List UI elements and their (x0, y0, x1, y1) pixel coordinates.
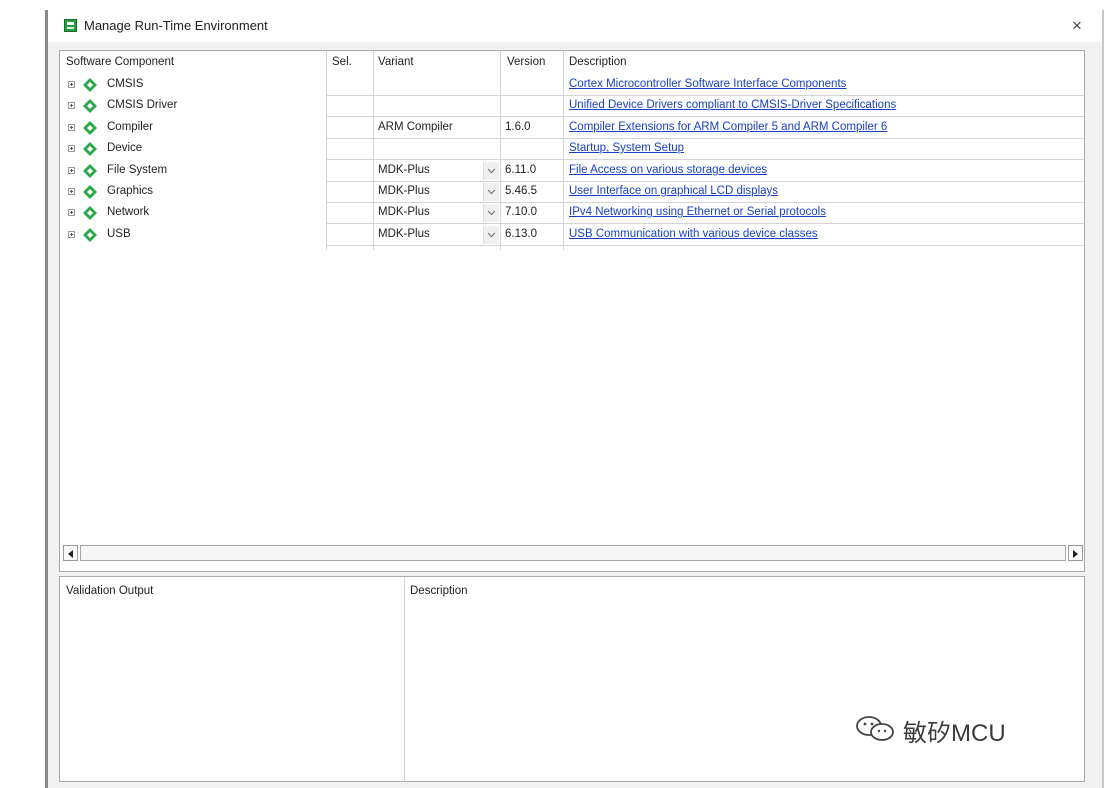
component-name: Compiler (107, 120, 154, 133)
background-frame-right (1102, 10, 1104, 788)
component-version: 5.46.5 (505, 185, 537, 197)
variant-dropdown-button[interactable] (483, 204, 499, 223)
variant-dropdown-button[interactable] (483, 161, 499, 180)
header-variant[interactable]: Variant (378, 56, 414, 68)
component-version: 7.10.0 (505, 206, 537, 219)
title-bar: Manage Run-Time Environment × (48, 10, 1102, 42)
manage-rte-dialog: Manage Run-Time Environment × Software C… (48, 10, 1102, 788)
component-name: CMSIS (107, 78, 144, 90)
header-sel[interactable]: Sel. (332, 56, 352, 68)
window-title: Manage Run-Time Environment (84, 18, 268, 33)
header-software-component[interactable]: Software Component (66, 56, 174, 68)
scroll-right-button[interactable] (1068, 545, 1083, 561)
expand-plus-icon[interactable] (68, 123, 75, 131)
scroll-left-button[interactable] (63, 545, 78, 561)
component-description-link[interactable]: Compiler Extensions for ARM Compiler 5 a… (569, 121, 887, 133)
expand-plus-icon[interactable] (68, 81, 75, 88)
green-diamond-icon (83, 99, 97, 114)
component-variant[interactable]: MDK-Plus (378, 206, 430, 218)
component-name: USB (107, 227, 131, 240)
component-description-link[interactable]: USB Communication with various device cl… (569, 228, 818, 240)
column-divider (404, 577, 405, 781)
component-description-link[interactable]: Cortex Microcontroller Software Interfac… (569, 78, 846, 90)
row-divider (326, 244, 1084, 246)
wechat-icon (856, 716, 894, 741)
watermark: 敏矽MCU (855, 713, 1027, 747)
component-variant[interactable]: MDK-Plus (378, 185, 430, 197)
expand-plus-icon[interactable] (68, 209, 75, 217)
validation-panel: Validation Output Description (59, 576, 1085, 782)
component-variant[interactable]: MDK-Plus (378, 228, 430, 240)
scrollbar-track[interactable] (80, 545, 1066, 561)
header-description[interactable]: Description (569, 56, 627, 68)
variant-dropdown-button[interactable] (483, 183, 499, 201)
component-description-link[interactable]: User Interface on graphical LCD displays (569, 185, 778, 197)
component-version: 1.6.0 (505, 120, 531, 133)
component-row[interactable]: USB MDK-Plus 6.13.0 USB Communication with … (60, 225, 1084, 246)
header-version[interactable]: Version (507, 56, 545, 68)
component-row[interactable]: CMSIS Driver Unified Device Drivers compl… (60, 96, 1084, 118)
green-diamond-icon (83, 142, 97, 157)
component-name: CMSIS Driver (107, 99, 178, 112)
component-description-link[interactable]: Startup, System Setup (569, 142, 684, 154)
component-description-link[interactable]: IPv4 Networking using Ethernet or Serial… (569, 206, 826, 218)
expand-plus-icon[interactable] (68, 145, 75, 153)
expand-plus-icon[interactable] (68, 102, 75, 110)
green-diamond-icon (83, 227, 97, 242)
component-row[interactable]: Compiler ARM Compiler 1.6.0 Compiler Extens… (60, 118, 1084, 139)
expand-plus-icon[interactable] (68, 166, 75, 174)
expand-plus-icon[interactable] (68, 230, 75, 238)
component-row[interactable]: Graphics MDK-Plus 5.46.5 User Interface on … (60, 182, 1084, 203)
chevron-down-icon (487, 189, 496, 195)
component-name: Graphics (107, 185, 154, 197)
header-validation-description[interactable]: Description (410, 585, 468, 597)
green-diamond-icon (83, 185, 97, 199)
arrow-left-icon (68, 550, 73, 558)
component-version: 6.11.0 (505, 163, 537, 176)
horizontal-scrollbar[interactable] (63, 545, 1083, 562)
component-variant[interactable]: MDK-Plus (378, 164, 430, 176)
green-diamond-icon (83, 120, 97, 135)
component-name: Device (107, 142, 143, 155)
component-tree-table: Software Component Sel. Variant Version … (59, 50, 1085, 572)
rte-app-icon (64, 19, 77, 32)
chevron-down-icon (487, 232, 496, 238)
component-row[interactable]: Device Startup, System Setup (60, 139, 1084, 161)
component-row[interactable]: CMSIS Cortex Microcontroller Software Int… (60, 75, 1084, 96)
chevron-down-icon (487, 210, 496, 216)
watermark-text: 敏矽MCU (903, 720, 1006, 747)
header-validation-output[interactable]: Validation Output (66, 585, 153, 597)
green-diamond-icon (83, 78, 97, 92)
component-description-link[interactable]: Unified Device Drivers compliant to CMSI… (569, 99, 896, 111)
variant-dropdown-button[interactable] (483, 225, 499, 244)
component-name: Network (107, 206, 150, 219)
expand-plus-icon[interactable] (68, 188, 75, 195)
close-button[interactable]: × (1062, 14, 1092, 38)
chevron-down-icon (487, 168, 496, 173)
component-row[interactable]: Network MDK-Plus 7.10.0 IPv4 Networking usi… (60, 203, 1084, 225)
component-row[interactable]: File System MDK-Plus 6.11.0 File Access on … (60, 161, 1084, 182)
green-diamond-icon (83, 163, 97, 178)
component-name: File System (107, 163, 168, 176)
component-version: 6.13.0 (505, 227, 537, 240)
green-diamond-icon (83, 206, 97, 221)
component-description-link[interactable]: File Access on various storage devices (569, 164, 767, 176)
component-variant: ARM Compiler (378, 120, 453, 133)
arrow-right-icon (1073, 550, 1078, 558)
